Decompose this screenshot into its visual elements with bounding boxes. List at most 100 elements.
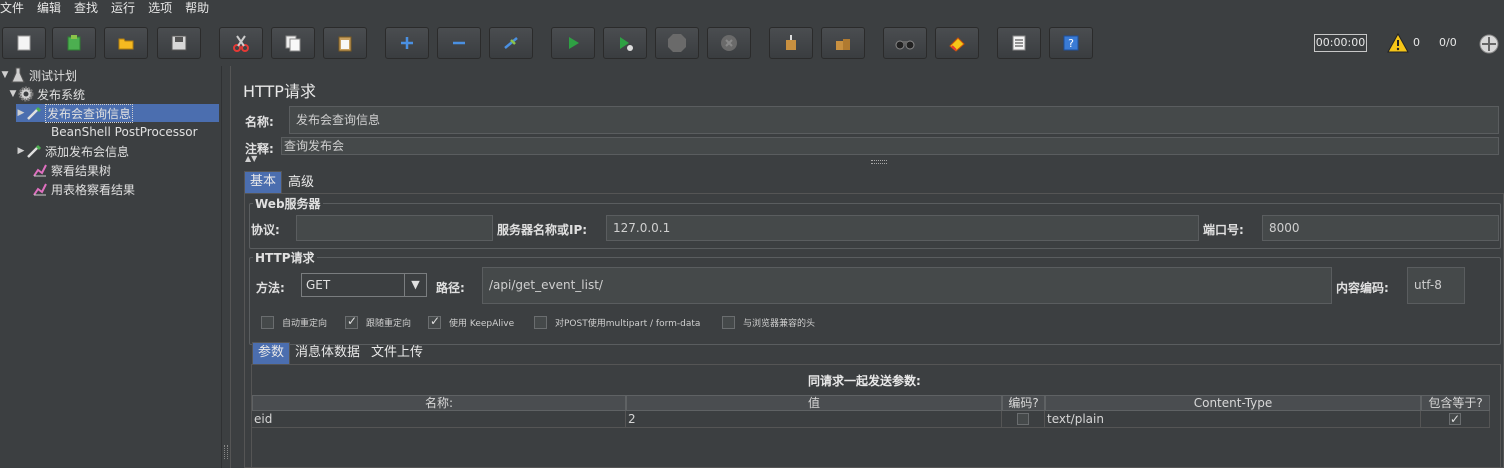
tab-body-data[interactable]: 消息体数据 [290, 343, 365, 365]
menu-help[interactable]: 帮助 [181, 0, 213, 18]
tree-node-label: 发布系统 [37, 87, 86, 102]
collapse-arrows-icon[interactable]: ▲▼ [245, 155, 257, 163]
tree-node-thread-group[interactable]: ▼ 发布系统 [8, 85, 221, 103]
protocol-field[interactable] [296, 215, 493, 241]
checkbox-box[interactable] [261, 316, 274, 329]
clear-all-button[interactable] [821, 27, 865, 59]
menu-search[interactable]: 查找 [70, 0, 102, 18]
column-header-encode[interactable]: 编码? [1002, 395, 1045, 411]
tree-node-beanshell[interactable]: BeanShell PostProcessor [35, 123, 221, 141]
function-helper-button[interactable] [997, 27, 1041, 59]
clear-button[interactable] [769, 27, 813, 59]
collapse-arrow-icon[interactable]: ▶ [16, 146, 26, 156]
active-threads-count: 0/0 [1439, 36, 1457, 49]
param-name-cell[interactable]: eid [252, 411, 626, 428]
tree-node-results-tree[interactable]: 察看结果树 [32, 161, 221, 179]
search-button[interactable] [883, 27, 927, 59]
splitter-grip[interactable] [224, 445, 228, 459]
basic-tab-content: Web服务器 协议: 服务器名称或IP: 127.0.0.1 端口号: 8000… [244, 193, 1504, 468]
stop-button[interactable] [655, 27, 699, 59]
column-header-name[interactable]: 名称: [252, 395, 626, 411]
path-field[interactable]: /api/get_event_list/ [482, 267, 1332, 304]
save-button[interactable] [157, 27, 201, 59]
checkbox-box[interactable] [428, 314, 441, 329]
help-button[interactable]: ? [1049, 27, 1093, 59]
shutdown-button[interactable] [707, 27, 751, 59]
encoding-field[interactable]: utf-8 [1407, 267, 1465, 304]
shutdown-icon [721, 35, 737, 51]
port-field[interactable]: 8000 [1262, 215, 1499, 241]
browser-compatible-checkbox[interactable]: 与浏览器兼容的头 [722, 316, 815, 329]
column-header-include-equals[interactable]: 包含等于? [1421, 395, 1490, 411]
tree-node-http-request-add[interactable]: ▶ 添加发布会信息 [16, 142, 221, 160]
param-include-equals-cell[interactable] [1421, 411, 1490, 428]
warning-icon[interactable] [1387, 33, 1409, 53]
templates-button[interactable] [52, 27, 96, 59]
menu-options[interactable]: 选项 [144, 0, 176, 18]
encoding-label: 内容编码: [1336, 281, 1389, 295]
collapse-all-button[interactable] [437, 27, 481, 59]
menu-file[interactable]: 文件 [0, 0, 28, 18]
multipart-checkbox[interactable]: 对POST使用multipart / form-data [534, 316, 700, 329]
column-header-value[interactable]: 值 [626, 395, 1002, 411]
port-label: 端口号: [1203, 223, 1244, 237]
menu-run[interactable]: 运行 [107, 0, 139, 18]
server-field[interactable]: 127.0.0.1 [606, 215, 1199, 241]
dropdown-arrow-icon[interactable]: ▼ [404, 274, 426, 296]
follow-redirect-checkbox[interactable]: 跟随重定向 [345, 314, 411, 329]
tree-node-http-request-query[interactable]: ▶ 发布会查询信息 [16, 103, 219, 123]
resize-handle[interactable] [871, 160, 887, 164]
broom-all-icon [836, 39, 850, 50]
start-no-pause-button[interactable] [603, 27, 647, 59]
encode-checkbox[interactable] [1017, 413, 1029, 425]
expand-arrow-icon[interactable]: ▼ [8, 89, 18, 99]
param-encode-cell[interactable] [1002, 411, 1045, 428]
include-equals-checkbox[interactable] [1449, 411, 1461, 427]
tree-node-test-plan[interactable]: ▼ 测试计划 [0, 66, 221, 84]
tree-node-label: 察看结果树 [51, 163, 112, 178]
broom-icon [786, 35, 796, 50]
svg-text:?: ? [1068, 37, 1074, 50]
checkbox-label: 对POST使用multipart / form-data [555, 319, 701, 329]
remote-status-icon [1479, 34, 1499, 54]
http-request-panel: HTTP请求 名称: 发布会查询信息 注释: 查询发布会 ▲▼ 基本 高级 We… [231, 66, 1504, 468]
tree-splitter[interactable] [221, 66, 231, 468]
paste-button[interactable] [323, 27, 367, 59]
start-button[interactable] [551, 27, 595, 59]
param-value-cell[interactable]: 2 [626, 411, 1002, 428]
method-select[interactable]: GET ▼ [301, 273, 427, 297]
comment-field[interactable]: 查询发布会 [281, 137, 1499, 155]
list-icon [1012, 35, 1026, 51]
new-document-icon [17, 35, 31, 51]
expand-arrow-icon[interactable]: ▼ [0, 70, 10, 80]
collapse-arrow-icon[interactable]: ▶ [16, 108, 26, 118]
open-button[interactable] [104, 27, 148, 59]
tab-basic[interactable]: 基本 [244, 171, 283, 193]
tab-parameters[interactable]: 参数 [252, 342, 291, 364]
checkbox-box[interactable] [345, 314, 358, 329]
checkbox-box[interactable] [534, 316, 547, 329]
param-content-type-cell[interactable]: text/plain [1045, 411, 1421, 428]
checkbox-box[interactable] [722, 316, 735, 329]
tree-node-label: 测试计划 [29, 68, 78, 83]
tab-file-upload[interactable]: 文件上传 [366, 343, 428, 365]
cut-button[interactable] [219, 27, 263, 59]
checkbox-label: 自动重定向 [282, 319, 328, 329]
copy-button[interactable] [271, 27, 315, 59]
reset-search-button[interactable] [935, 27, 979, 59]
play-icon [569, 37, 579, 49]
tree-node-results-table[interactable]: 用表格察看结果 [32, 180, 221, 198]
column-header-content-type[interactable]: Content-Type [1045, 395, 1421, 411]
expand-all-button[interactable] [385, 27, 429, 59]
server-label: 服务器名称或IP: [497, 223, 588, 237]
path-label: 路径: [436, 281, 465, 295]
name-field[interactable]: 发布会查询信息 [289, 106, 1499, 134]
stop-icon [668, 34, 686, 52]
toggle-button[interactable] [489, 27, 533, 59]
new-button[interactable] [2, 27, 46, 59]
tree-node-label: 添加发布会信息 [45, 144, 130, 159]
keepalive-checkbox[interactable]: 使用 KeepAlive [428, 314, 514, 329]
auto-redirect-checkbox[interactable]: 自动重定向 [261, 316, 327, 329]
menu-edit[interactable]: 编辑 [33, 0, 65, 18]
tab-advanced[interactable]: 高级 [283, 173, 319, 195]
